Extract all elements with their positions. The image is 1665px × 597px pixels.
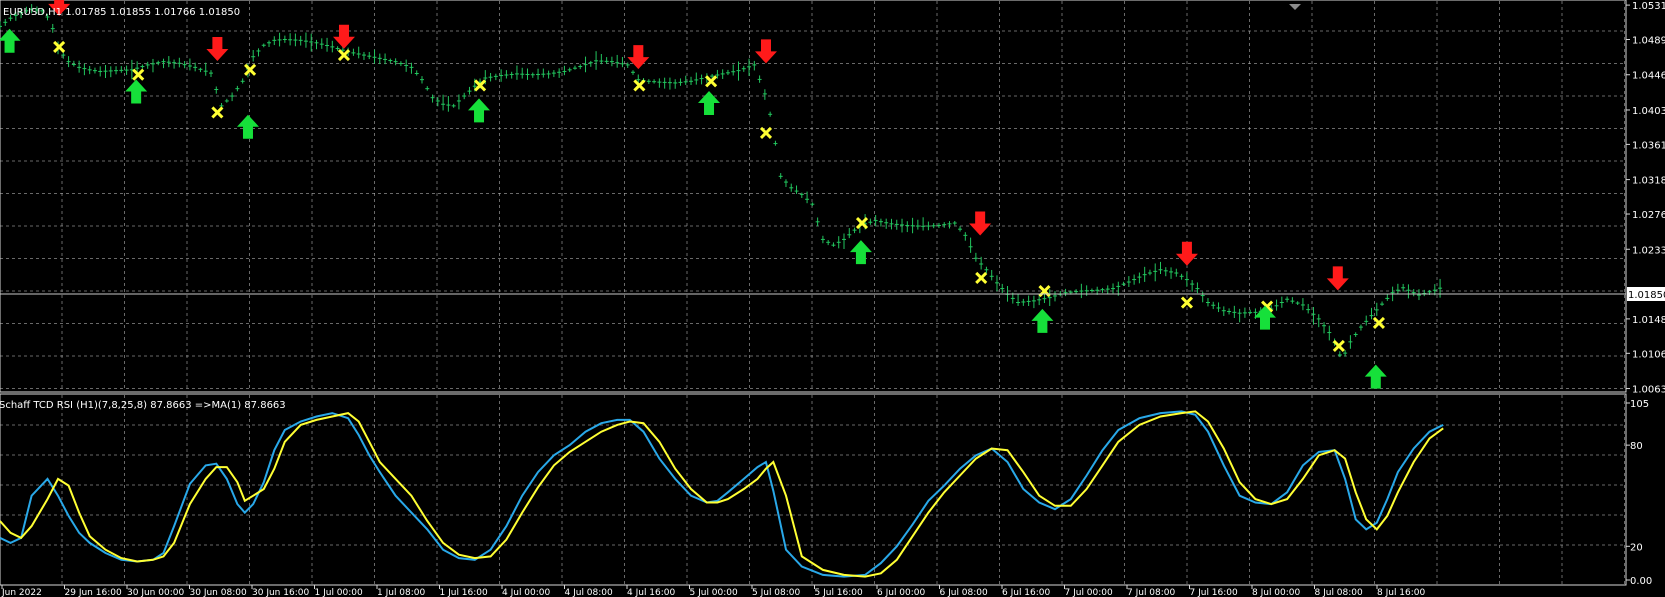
time-axis-label: 6 Jul 08:00 bbox=[940, 588, 989, 597]
buy-arrow-icon bbox=[698, 90, 721, 115]
time-axis-label: 1 Jul 00:00 bbox=[315, 588, 364, 597]
time-axis-label: 29 Jun 16:00 bbox=[65, 588, 122, 597]
price-axis: 1.05310 1.04890 1.04460 1.04030 1.03610 1.031… bbox=[1626, 1, 1665, 396]
time-axis-label: 1 Jul 08:00 bbox=[377, 588, 426, 597]
time-axis-label: 8 Jul 08:00 bbox=[1315, 588, 1364, 597]
time-axis-label: 1 Jul 16:00 bbox=[440, 588, 489, 597]
time-axis-label: 4 Jul 16:00 bbox=[627, 588, 676, 597]
sell-arrow-icon bbox=[332, 24, 355, 49]
indicator-lines bbox=[0, 410, 1444, 578]
time-axis: Jun 2022 29 Jun 16:00 30 Jun 00:00 30 Jun 0… bbox=[1, 585, 1426, 597]
sell-arrow-icon bbox=[1175, 241, 1198, 266]
signal-markers bbox=[0, 0, 1387, 389]
trading-chart-window: 1.05310 1.04890 1.04460 1.04030 1.03610 1.031… bbox=[0, 0, 1665, 597]
buy-arrow-icon bbox=[468, 98, 491, 123]
time-axis-label: 7 Jul 08:00 bbox=[1127, 588, 1176, 597]
buy-arrow-icon bbox=[125, 79, 148, 104]
buy-arrow-icon bbox=[0, 28, 21, 53]
price-axis-label: 1.03180 bbox=[1632, 176, 1665, 187]
buy-arrow-icon bbox=[236, 114, 259, 139]
current-price-label: 1.01850 bbox=[1628, 290, 1665, 301]
price-axis-label: 1.01480 bbox=[1632, 315, 1665, 326]
price-axis-label: 1.04030 bbox=[1632, 106, 1665, 117]
price-axis-label: 1.03610 bbox=[1632, 140, 1665, 151]
buy-arrow-icon bbox=[849, 240, 872, 265]
sell-arrow-icon bbox=[206, 36, 229, 61]
time-axis-label: 5 Jul 16:00 bbox=[815, 588, 864, 597]
indicator-axis-label: 20 bbox=[1630, 542, 1643, 553]
sell-arrow-icon bbox=[969, 211, 992, 236]
sell-arrow-icon bbox=[627, 45, 650, 70]
time-axis-label: 8 Jul 16:00 bbox=[1377, 588, 1426, 597]
chart-canvas[interactable]: 1.05310 1.04890 1.04460 1.04030 1.03610 1.031… bbox=[0, 0, 1665, 597]
buy-arrow-icon bbox=[1031, 308, 1054, 333]
time-axis-label: 4 Jul 08:00 bbox=[565, 588, 614, 597]
indicator-axis-label: 105 bbox=[1630, 399, 1649, 410]
price-axis-label: 1.02760 bbox=[1632, 210, 1665, 221]
time-axis-label: 6 Jul 00:00 bbox=[877, 588, 926, 597]
price-axis-label: 1.01060 bbox=[1632, 349, 1665, 360]
main-grid bbox=[0, 1, 1626, 391]
price-axis-label: 1.00630 bbox=[1632, 385, 1665, 396]
price-axis-label: 1.02330 bbox=[1632, 245, 1665, 256]
time-axis-label: 7 Jul 00:00 bbox=[1065, 588, 1114, 597]
price-axis-label: 1.04890 bbox=[1632, 36, 1665, 47]
main-panel-frame bbox=[0, 0, 1627, 393]
sell-arrow-icon bbox=[1326, 266, 1349, 291]
time-axis-label: 6 Jul 16:00 bbox=[1002, 588, 1051, 597]
time-axis-label: 30 Jun 00:00 bbox=[127, 588, 184, 597]
price-axis-label: 1.05310 bbox=[1632, 1, 1665, 12]
time-axis-label: 4 Jul 00:00 bbox=[502, 588, 551, 597]
indicator-panel-title: Schaff TCD RSI (H1)(7,8,25,8) 87.8663 =>… bbox=[0, 400, 286, 411]
chart-shift-marker[interactable] bbox=[1289, 4, 1301, 10]
indicator-axis-label: 0.00 bbox=[1630, 576, 1652, 587]
time-axis-label: 5 Jul 08:00 bbox=[752, 588, 801, 597]
indicator-axis: 105 80 20 0.00 bbox=[1626, 399, 1652, 587]
main-panel-title: EURUSD,H1 1.01785 1.01855 1.01766 1.0185… bbox=[3, 7, 240, 18]
schaff-line bbox=[0, 410, 1444, 578]
price-axis-label: 1.04460 bbox=[1632, 71, 1665, 82]
time-axis-label: 7 Jul 16:00 bbox=[1190, 588, 1239, 597]
time-axis-label: 8 Jul 00:00 bbox=[1252, 588, 1301, 597]
time-axis-label: 5 Jul 00:00 bbox=[690, 588, 739, 597]
indicator-axis-label: 80 bbox=[1630, 441, 1643, 452]
indicator-panel-frame bbox=[0, 393, 1627, 586]
buy-arrow-icon bbox=[1364, 364, 1387, 389]
time-axis-label: 30 Jun 16:00 bbox=[252, 588, 309, 597]
sell-arrow-icon bbox=[754, 39, 777, 64]
time-axis-label: Jun 2022 bbox=[1, 588, 42, 597]
signal-line bbox=[0, 410, 1444, 578]
time-axis-label: 30 Jun 08:00 bbox=[190, 588, 247, 597]
indicator-grid bbox=[0, 395, 1626, 584]
